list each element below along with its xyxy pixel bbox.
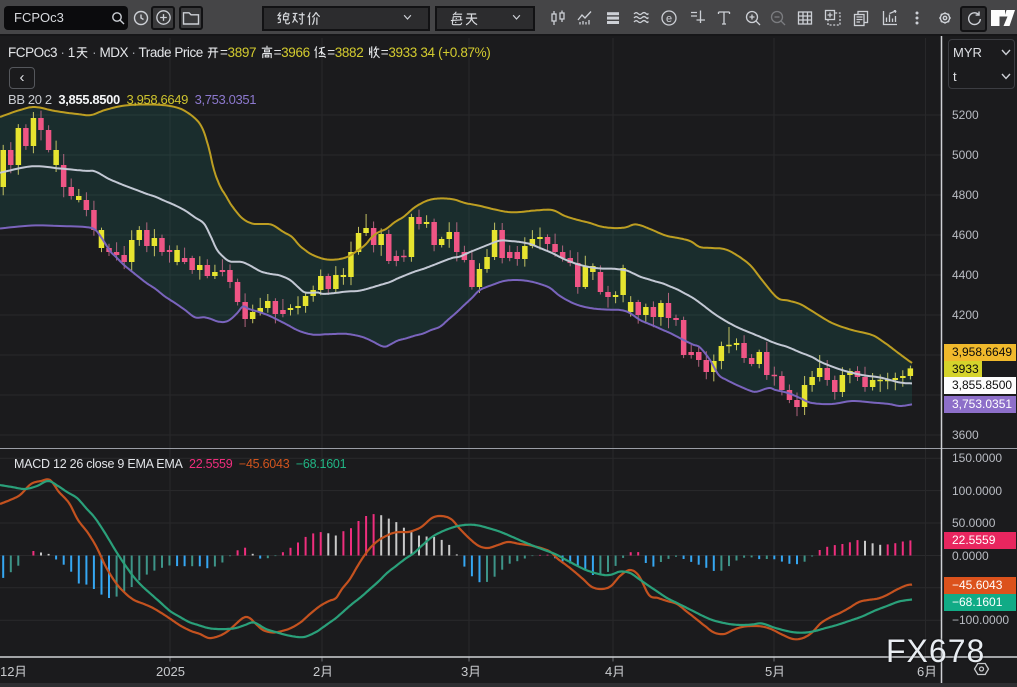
svg-text:e: e	[666, 13, 672, 25]
